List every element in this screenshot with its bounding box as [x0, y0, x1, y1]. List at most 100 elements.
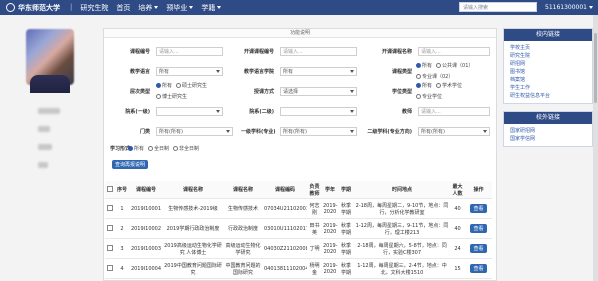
nav-home[interactable]: 首页	[116, 3, 130, 13]
cell-term: 秋季学期	[338, 218, 354, 239]
nav-training[interactable]: 培养	[138, 3, 159, 13]
subject1-label: 一级学科(专业)	[241, 128, 276, 135]
top-navigation-bar: 华东师范大学 | 研究生院 首页 培养 预毕业 学籍 请输入搜索 5116130…	[0, 0, 598, 15]
sidebar-link[interactable]: 档案馆	[510, 76, 592, 84]
level-option[interactable]: 博士研究生	[156, 93, 187, 100]
row-checkbox[interactable]	[107, 224, 113, 231]
select-all-checkbox[interactable]	[107, 185, 113, 192]
col-header: 课程名称	[163, 181, 223, 199]
course-id-input[interactable]: 请输入...	[156, 46, 223, 56]
cell-time-place: 1-12周，每周星期三，9-11节，地点：同行，理工楼213	[354, 218, 450, 239]
subject1-select[interactable]: 所有(所有)	[280, 126, 357, 136]
sidebar-link[interactable]: 学校主页	[510, 44, 592, 52]
sidebar-link[interactable]: 研招网	[510, 60, 592, 68]
cell-course-id: 2019I10004	[129, 258, 163, 279]
cell-capacity: 40	[450, 198, 465, 219]
cell-year: 2019-2020	[322, 238, 338, 259]
course-name-input[interactable]: 请输入...	[418, 46, 490, 56]
dept-level2-select[interactable]	[280, 106, 357, 116]
sidebar-link[interactable]: 图书馆	[510, 68, 592, 76]
course-table: 序号 课程编号 课程名称 课程名称 课程编码 负责教师 学年 学期 时间地点 最…	[105, 181, 492, 279]
card-title: 校内链接	[504, 29, 592, 41]
table-row: 4 2019I10004 2019中国教育问题国际研究 中国教育问题的国际研究 …	[105, 258, 492, 279]
col-header: 最大人数	[450, 181, 465, 199]
cell-course-code: 04030Z21102008	[263, 238, 307, 259]
col-header: 学期	[338, 181, 354, 199]
row-checkbox[interactable]	[107, 264, 113, 271]
view-button[interactable]: 查看	[470, 224, 487, 233]
col-header: 操作	[465, 181, 492, 199]
course-type-option[interactable]: 公共课（01）	[436, 62, 473, 69]
row-checkbox[interactable]	[107, 204, 113, 211]
view-button[interactable]: 查看	[470, 264, 487, 273]
cell-time-place: 1-12周，每周星期三，2-4节，地点：中北，文科大楼1510	[354, 258, 450, 279]
search-button[interactable]: 查询再报说明	[112, 160, 148, 169]
nav-student-status[interactable]: 学籍	[201, 3, 222, 13]
col-header: 课程编号	[129, 181, 163, 199]
sidebar-link[interactable]: 国家学信网	[510, 135, 592, 143]
open-course-id-input[interactable]: 请输入...	[280, 46, 357, 56]
page-scrollbar[interactable]	[593, 15, 598, 281]
teach-dept-select[interactable]: 所有	[280, 66, 357, 76]
profile-sidebar	[0, 15, 102, 281]
teach-method-select[interactable]: 请选择	[280, 86, 357, 96]
university-seal-icon	[6, 3, 15, 12]
sidebar-link[interactable]: 国家研招网	[510, 127, 592, 135]
table-row: 1 2019I10001 生物传感技术-2019级 生物传感技术 07034U2…	[105, 198, 492, 219]
course-type-option[interactable]: 所有	[416, 62, 432, 69]
global-search-input[interactable]: 请输入搜索	[459, 2, 537, 12]
cell-open-name: 生物传感技术-2019级	[163, 198, 223, 219]
subject2-select[interactable]: 所有(所有)	[418, 126, 490, 136]
course-type-option[interactable]: 专业课（02）	[416, 73, 453, 80]
degree-type-option[interactable]: 专业学位	[416, 93, 442, 100]
study-mode-option[interactable]: 非全日制	[173, 145, 199, 152]
university-logo[interactable]: 华东师范大学	[6, 2, 66, 13]
category-label: 门类	[139, 128, 150, 135]
table-row: 3 2019I10003 2019高级运动生物化学研究 人体博士 高级运动生物化…	[105, 238, 492, 259]
col-header: 学年	[322, 181, 338, 199]
cell-index: 1	[115, 198, 129, 219]
cell-open-name: 2019学期行政政治制度	[163, 218, 223, 239]
chevron-down-icon	[217, 6, 222, 9]
chevron-down-icon	[589, 5, 593, 9]
degree-type-label: 学位类型	[391, 88, 412, 95]
sidebar-link[interactable]: 学生工作	[510, 84, 592, 92]
chevron-down-icon	[350, 109, 354, 113]
scrollbar-thumb[interactable]	[594, 33, 597, 103]
category-select[interactable]: 所有(所有)	[156, 126, 233, 136]
degree-type-radio-group: 所有 学术学位 专业学位	[416, 82, 492, 100]
degree-type-option[interactable]: 学术学位	[436, 82, 462, 89]
col-header: 负责教师	[307, 181, 322, 199]
dept-level2-label: 院系(二级)	[249, 108, 274, 115]
cell-time-place: 2-18周，每周星期二，9-10节，地点：同行，分析化学教研室	[354, 198, 450, 219]
study-mode-label: 学习形式	[110, 145, 131, 152]
view-button[interactable]: 查看	[470, 204, 487, 213]
subject2-label: 二级学科(专业方向)	[367, 128, 412, 135]
avatar-body	[30, 75, 70, 93]
user-menu[interactable]: 51161300001	[545, 4, 593, 11]
level-label: 层次类型	[129, 88, 150, 95]
external-links-card: 校外链接 国家研招网 国家学信网	[503, 111, 593, 147]
internal-links-card: 校内链接 学校主页 研究生院 研招网 图书馆 档案馆 学生工作 研生权益信息平台	[503, 28, 593, 104]
study-mode-option[interactable]: 全日制	[148, 145, 169, 152]
row-checkbox[interactable]	[107, 244, 113, 251]
table-row: 2 2019I10002 2019学期行政政治制度 行政政治制度 03010U1…	[105, 218, 492, 239]
nav-divider: |	[70, 2, 73, 11]
chevron-down-icon	[226, 129, 230, 133]
degree-type-option[interactable]: 所有	[416, 82, 432, 89]
course-query-panel: 功能说明 课程编号 请输入... 开课课程编号 请输入... 开课课程名称 请输…	[103, 28, 497, 281]
level-option[interactable]: 所有	[156, 82, 172, 89]
teacher-input[interactable]: 请输入...	[418, 106, 490, 116]
sidebar-link[interactable]: 研究生院	[510, 52, 592, 60]
teach-language-select[interactable]: 所有	[156, 66, 223, 76]
nav-pre-graduation[interactable]: 预毕业	[166, 3, 194, 13]
cell-capacity: 15	[450, 258, 465, 279]
sidebar-link[interactable]: 研生权益信息平台	[510, 92, 592, 100]
dept-level1-select[interactable]	[156, 106, 223, 116]
blurred-info	[38, 126, 50, 132]
study-mode-radio-group: 所有 全日制 非全日制	[128, 145, 199, 152]
study-mode-option[interactable]: 所有	[128, 145, 144, 152]
level-option[interactable]: 硕士研究生	[176, 82, 207, 89]
view-button[interactable]: 查看	[470, 244, 487, 253]
open-course-id-label: 开课课程编号	[243, 48, 274, 55]
